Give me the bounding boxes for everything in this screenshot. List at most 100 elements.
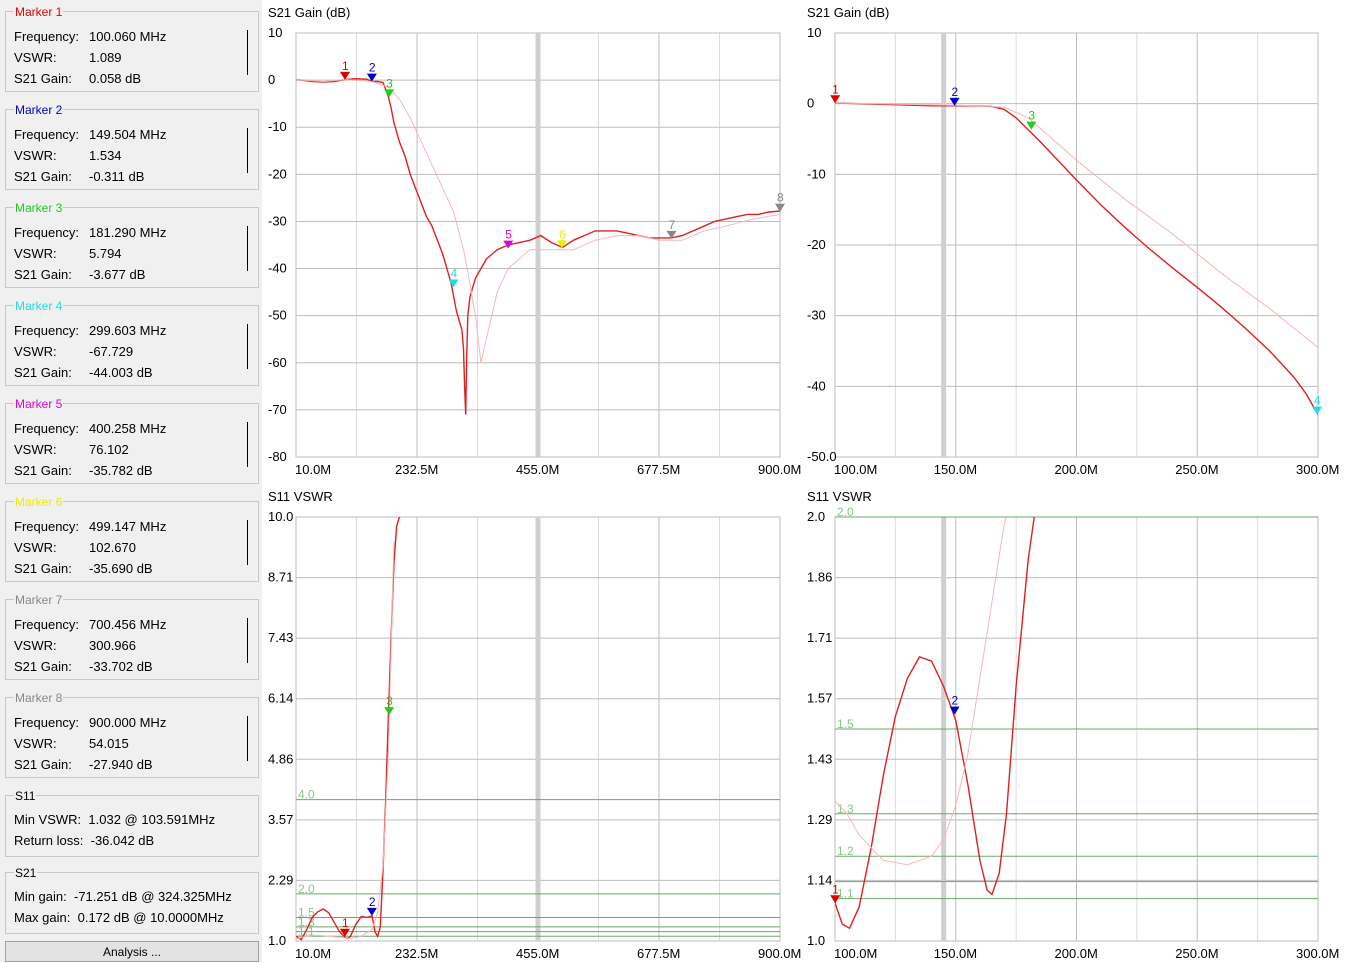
s21-min-gain-row: Min gain: -71.251 dB @ 324.325MHz <box>14 890 232 904</box>
marker-frequency-row: Frequency: 499.147 MHz <box>14 520 166 534</box>
marker-vswr-row: VSWR: 76.102 <box>14 443 129 457</box>
s21-summary-title: S21 <box>14 866 38 880</box>
y-tick-label: -50.0 <box>807 449 837 464</box>
marker-number: 8 <box>777 191 784 205</box>
marker-vswr-value: 1.534 <box>89 148 122 163</box>
marker-number: 2 <box>952 85 959 99</box>
frequency-label: Frequency: <box>14 323 80 338</box>
marker-frequency-value: 900.000 MHz <box>89 715 167 730</box>
marker-title: Marker 5 <box>14 397 64 411</box>
marker-divider <box>247 716 248 761</box>
frequency-label: Frequency: <box>14 519 80 534</box>
marker-vswr-row: VSWR: 1.089 <box>14 51 122 65</box>
marker-gain-value: 0.058 dB <box>89 71 142 86</box>
s21-min-gain-value: -71.251 dB @ 324.325MHz <box>73 889 232 904</box>
marker-vswr-row: VSWR: 300.966 <box>14 639 136 653</box>
y-tick-label: -60 <box>268 355 287 370</box>
y-tick-label: 10 <box>807 25 821 40</box>
x-tick-label: 455.0M <box>516 946 559 961</box>
marker-frequency-value: 700.456 MHz <box>89 617 167 632</box>
x-tick-label: 677.5M <box>637 462 680 477</box>
y-tick-label: 6.14 <box>268 691 293 706</box>
marker-gain-row: S21 Gain: 0.058 dB <box>14 72 141 86</box>
marker-gain-row: S21 Gain: -44.003 dB <box>14 366 153 380</box>
marker-box-2: Marker 2 Frequency: 149.504 MHz VSWR: 1.534 S… <box>5 104 259 190</box>
s11-summary-box: S11 Min VSWR: 1.032 @ 103.591MHz Return … <box>5 790 259 857</box>
marker-divider <box>247 422 248 467</box>
reference-line-label: 4.0 <box>298 788 315 802</box>
s21-min-gain-label: Min gain: <box>14 889 67 904</box>
vswr-label: VSWR: <box>14 638 57 653</box>
marker-divider <box>247 128 248 173</box>
marker-frequency-row: Frequency: 299.603 MHz <box>14 324 166 338</box>
marker-number: 6 <box>559 227 566 241</box>
marker-divider <box>247 520 248 565</box>
marker-title: Marker 6 <box>14 495 64 509</box>
marker-frequency-value: 100.060 MHz <box>89 29 167 44</box>
marker-number: 1 <box>342 59 349 73</box>
marker-gain-value: -35.782 dB <box>89 463 153 478</box>
reference-line-label: 2.0 <box>837 505 854 519</box>
vswr-label: VSWR: <box>14 344 57 359</box>
y-tick-label: 2.29 <box>268 872 293 887</box>
reference-line-label: 1.1 <box>837 887 854 901</box>
marker-band <box>535 517 541 941</box>
frequency-label: Frequency: <box>14 617 80 632</box>
frequency-label: Frequency: <box>14 715 80 730</box>
x-tick-label: 250.0M <box>1175 946 1218 961</box>
y-tick-label: 1.0 <box>807 933 825 948</box>
reference-line-label: 1.5 <box>837 717 854 731</box>
s21-max-gain-value: 0.172 dB @ 10.0000MHz <box>77 910 224 925</box>
marker-vswr-row: VSWR: 102.670 <box>14 541 136 555</box>
y-tick-label: -30 <box>807 308 826 323</box>
marker-gain-row: S21 Gain: -35.782 dB <box>14 464 153 478</box>
marker-vswr-value: 54.015 <box>89 736 129 751</box>
y-tick-label: -20 <box>268 166 287 181</box>
marker-frequency-value: 149.504 MHz <box>89 127 167 142</box>
marker-frequency-row: Frequency: 700.456 MHz <box>14 618 166 632</box>
marker-box-6: Marker 6 Frequency: 499.147 MHz VSWR: 102.67… <box>5 496 259 582</box>
marker-title: Marker 2 <box>14 103 64 117</box>
y-tick-label: -40 <box>268 261 287 276</box>
marker-title: Marker 8 <box>14 691 64 705</box>
y-tick-label: 3.57 <box>268 812 293 827</box>
marker-frequency-row: Frequency: 900.000 MHz <box>14 716 166 730</box>
marker-divider <box>247 324 248 369</box>
x-tick-label: 232.5M <box>395 462 438 477</box>
marker-band <box>535 33 541 457</box>
marker-gain-row: S21 Gain: -27.940 dB <box>14 758 153 772</box>
gain-label: S21 Gain: <box>14 659 72 674</box>
marker-frequency-value: 299.603 MHz <box>89 323 167 338</box>
gain-label: S21 Gain: <box>14 169 72 184</box>
marker-vswr-value: 5.794 <box>89 246 122 261</box>
s21-max-gain-label: Max gain: <box>14 910 71 925</box>
marker-number: 4 <box>1314 394 1321 408</box>
vswr-label: VSWR: <box>14 442 57 457</box>
marker-gain-value: -27.940 dB <box>89 757 153 772</box>
marker-frequency-row: Frequency: 149.504 MHz <box>14 128 166 142</box>
s11-return-loss-row: Return loss: -36.042 dB <box>14 834 154 848</box>
x-tick-label: 232.5M <box>395 946 438 961</box>
marker-number: 2 <box>952 694 959 708</box>
frequency-label: Frequency: <box>14 29 80 44</box>
marker-gain-row: S21 Gain: -0.311 dB <box>14 170 144 184</box>
marker-number: 2 <box>369 61 376 75</box>
s11-min-vswr-row: Min VSWR: 1.032 @ 103.591MHz <box>14 813 215 827</box>
marker-box-8: Marker 8 Frequency: 900.000 MHz VSWR: 54.015… <box>5 692 259 778</box>
y-tick-label: 0 <box>268 72 275 87</box>
marker-frequency-row: Frequency: 100.060 MHz <box>14 30 166 44</box>
y-tick-label: 8.71 <box>268 570 293 585</box>
marker-number: 1 <box>832 82 839 96</box>
marker-gain-row: S21 Gain: -35.690 dB <box>14 562 153 576</box>
y-tick-label: -40 <box>807 378 826 393</box>
marker-box-3: Marker 3 Frequency: 181.290 MHz VSWR: 5.794 S… <box>5 202 259 288</box>
y-tick-label: 7.43 <box>268 630 293 645</box>
reference-line-label: 2.0 <box>298 882 315 896</box>
x-tick-label: 677.5M <box>637 946 680 961</box>
marker-frequency-row: Frequency: 400.258 MHz <box>14 422 166 436</box>
marker-gain-row: S21 Gain: -3.677 dB <box>14 268 145 282</box>
marker-gain-value: -35.690 dB <box>89 561 153 576</box>
x-tick-label: 250.0M <box>1175 462 1218 477</box>
y-tick-label: 1.57 <box>807 691 832 706</box>
analysis-button[interactable]: Analysis ... <box>5 941 259 962</box>
